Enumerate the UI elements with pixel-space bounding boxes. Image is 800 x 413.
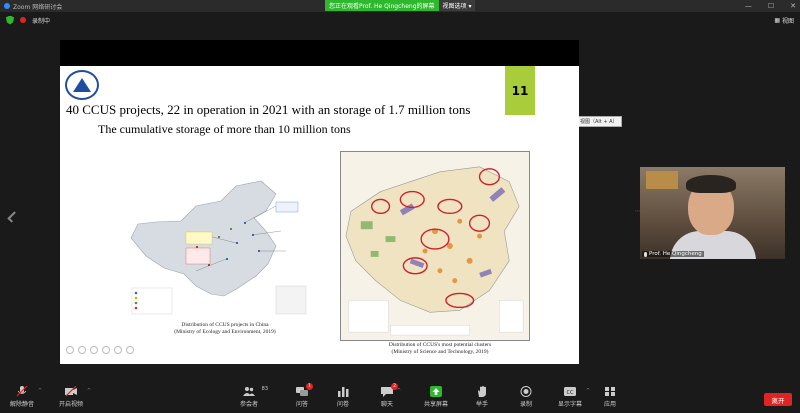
- close-button[interactable]: ✕: [790, 2, 796, 10]
- presentation-slide: 11 40 CCUS projects, 22 in operation in …: [60, 66, 579, 364]
- muted-microphone-icon: [16, 386, 28, 397]
- apps-label: 应用: [604, 401, 617, 408]
- record-label: 录制: [520, 401, 533, 408]
- share-screen-label: 共享屏幕: [424, 401, 449, 408]
- window-controls: — ☐ ✕: [745, 0, 796, 12]
- window-title: Zoom 网络研讨会: [13, 3, 63, 11]
- qa-label: 问答: [296, 401, 309, 408]
- meeting-status-row: 录制中: [0, 12, 800, 28]
- unmute-button[interactable]: ^ 解除静音: [10, 386, 42, 408]
- chat-label: 聊天: [381, 401, 394, 408]
- slide-title-line2: The cumulative storage of more than 10 m…: [98, 122, 351, 136]
- meeting-toolbar: ^ 解除静音 ^ 开启视频 83 参会者 1 问答 问卷 2 ^ 聊天 共享屏幕…: [0, 383, 800, 413]
- zoom-tool-icon[interactable]: [102, 346, 110, 354]
- chat-options-caret-icon[interactable]: ^: [397, 388, 401, 394]
- view-button-label: 视图: [781, 18, 794, 25]
- prev-slide-icon[interactable]: [66, 346, 74, 354]
- closed-captions-icon: CC: [564, 387, 576, 396]
- participants-label: 参会者: [240, 401, 259, 408]
- unmute-label: 解除静音: [10, 401, 35, 408]
- left-caption-line2: (Ministry of Ecology and Environment, 20…: [174, 329, 276, 336]
- slide-nav-tools: [66, 346, 134, 354]
- raise-hand-label: 举手: [476, 401, 489, 408]
- view-tooltip: 视图（Alt + A）: [576, 116, 622, 127]
- chat-button[interactable]: 2 ^ 聊天: [381, 383, 401, 408]
- captions-options-caret-icon[interactable]: ^: [586, 388, 590, 394]
- poll-label: 问卷: [337, 401, 350, 408]
- zoom-logo-icon: [4, 3, 10, 9]
- more-options-icon[interactable]: [126, 346, 134, 354]
- slides-grid-icon[interactable]: [114, 346, 122, 354]
- video-options-caret-icon[interactable]: ^: [87, 388, 91, 394]
- qa-badge: 1: [306, 383, 314, 390]
- ccus-clusters-map: [340, 151, 530, 341]
- maximize-button[interactable]: ☐: [768, 2, 774, 10]
- right-map-caption: Distribution of CCUS's most potential cl…: [350, 342, 530, 357]
- participants-button[interactable]: 83 参会者: [240, 386, 268, 408]
- qa-button[interactable]: 1 问答: [296, 383, 314, 408]
- viewing-screen-label: 您正在观看Prof. He Qingcheng的屏幕: [325, 0, 439, 11]
- record-icon: [520, 386, 532, 397]
- record-button[interactable]: 录制: [520, 386, 532, 408]
- captions-button[interactable]: CC ^ 显示字幕: [558, 386, 590, 408]
- security-shield-icon[interactable]: [6, 15, 14, 25]
- raise-hand-icon: [478, 386, 486, 397]
- share-screen-button[interactable]: 共享屏幕: [424, 386, 448, 408]
- participant-name-tag: Prof. He Qingcheng: [642, 251, 704, 257]
- participant-name: Prof. He Qingcheng: [649, 251, 702, 257]
- start-video-button[interactable]: ^ 开启视频: [59, 386, 91, 408]
- share-screen-icon: [430, 386, 442, 397]
- collapse-arrow-icon[interactable]: [7, 211, 19, 223]
- left-map-caption: Distribution of CCUS projects in China (…: [140, 322, 310, 337]
- recording-label: 录制中: [32, 17, 51, 25]
- view-options-button[interactable]: 视图选项 ▾: [438, 0, 476, 11]
- poll-button[interactable]: 问卷: [337, 386, 349, 408]
- institution-logo: [65, 70, 99, 100]
- ccus-projects-map: [130, 180, 307, 315]
- video-panel-handle-icon[interactable]: ⋮: [634, 208, 641, 214]
- raise-hand-button[interactable]: 举手: [476, 386, 488, 408]
- audio-options-caret-icon[interactable]: ^: [38, 388, 42, 394]
- participants-icon: [243, 387, 255, 396]
- leave-button[interactable]: 离开: [764, 393, 792, 406]
- apps-icon: [605, 387, 615, 396]
- shared-screen: 11 40 CCUS projects, 22 in operation in …: [60, 40, 579, 364]
- start-video-label: 开启视频: [59, 401, 84, 408]
- view-button[interactable]: ▦ 视图: [774, 16, 794, 25]
- captions-label: 显示字幕: [558, 401, 583, 408]
- share-banner: 您正在观看Prof. He Qingcheng的屏幕 视图选项 ▾: [325, 0, 476, 11]
- slide-title-line1: 40 CCUS projects, 22 in operation in 202…: [66, 102, 471, 117]
- slide-number: 11: [505, 66, 535, 115]
- next-slide-icon[interactable]: [78, 346, 86, 354]
- apps-button[interactable]: 应用: [604, 386, 616, 408]
- poll-icon: [338, 387, 349, 397]
- participants-count: 83: [261, 386, 269, 392]
- svg-text:CC: CC: [567, 390, 574, 396]
- pen-tool-icon[interactable]: [90, 346, 98, 354]
- participant-video[interactable]: Prof. He Qingcheng: [640, 167, 785, 259]
- microphone-icon: [644, 251, 647, 257]
- right-caption-line2: (Ministry of Science and Technology, 201…: [391, 349, 489, 356]
- recording-dot-icon: [20, 17, 26, 23]
- video-off-icon: [65, 386, 77, 397]
- grid-view-icon: ▦: [774, 17, 780, 24]
- minimize-button[interactable]: —: [745, 2, 752, 10]
